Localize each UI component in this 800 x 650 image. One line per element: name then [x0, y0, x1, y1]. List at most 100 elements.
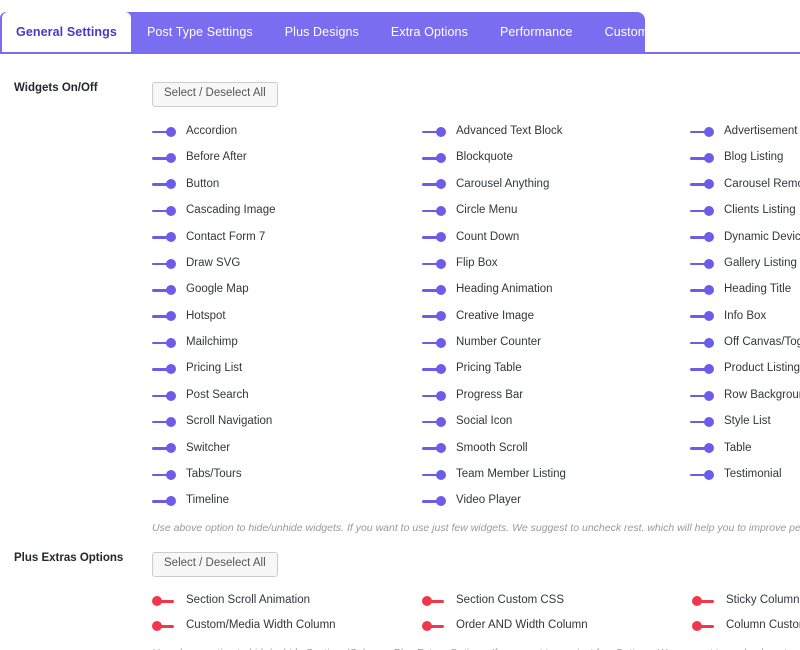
toggle-advanced-text-block[interactable] [422, 125, 446, 139]
toggle-item[interactable]: Custom/Media Width Column [152, 614, 422, 639]
toggle-scroll-navigation[interactable] [152, 415, 176, 429]
toggle-item[interactable]: Timeline [152, 488, 422, 514]
toggle-item[interactable]: Draw SVG [152, 250, 422, 276]
toggle-item[interactable]: Mailchimp [152, 330, 422, 356]
toggle-flip-box[interactable] [422, 257, 446, 271]
toggle-switcher[interactable] [152, 441, 176, 455]
toggle-item[interactable]: Style List [690, 409, 800, 435]
toggle-carousel-remote[interactable] [690, 177, 714, 191]
toggle-order-and-width-column[interactable] [422, 619, 446, 633]
toggle-number-counter[interactable] [422, 336, 446, 350]
tab-extra-options[interactable]: Extra Options [375, 12, 484, 52]
toggle-item[interactable]: Team Member Listing [422, 462, 690, 488]
toggle-item[interactable]: Table [690, 435, 800, 461]
toggle-item[interactable]: Carousel Anything [422, 171, 690, 197]
toggle-off-canvas-toggle[interactable] [690, 336, 714, 350]
tab-custom[interactable]: Custom [589, 12, 665, 52]
toggle-item[interactable]: Pricing List [152, 356, 422, 382]
toggle-smooth-scroll[interactable] [422, 441, 446, 455]
toggle-item[interactable]: Advanced Text Block [422, 119, 690, 145]
toggle-carousel-anything[interactable] [422, 177, 446, 191]
toggle-tabs-tours[interactable] [152, 468, 176, 482]
toggle-item[interactable]: Testimonial [690, 462, 800, 488]
toggle-circle-menu[interactable] [422, 204, 446, 218]
toggle-item[interactable]: Clients Listing [690, 198, 800, 224]
toggle-blog-listing[interactable] [690, 151, 714, 165]
toggle-custom-media-width-column[interactable] [152, 619, 176, 633]
toggle-team-member-listing[interactable] [422, 468, 446, 482]
toggle-mailchimp[interactable] [152, 336, 176, 350]
toggle-item[interactable]: Social Icon [422, 409, 690, 435]
toggle-item[interactable]: Gallery Listing [690, 250, 800, 276]
tab-post-type-settings[interactable]: Post Type Settings [131, 12, 269, 52]
toggle-item[interactable]: Creative Image [422, 303, 690, 329]
toggle-item[interactable]: Circle Menu [422, 198, 690, 224]
toggle-item[interactable]: Order AND Width Column [422, 614, 692, 639]
toggle-item[interactable]: Smooth Scroll [422, 435, 690, 461]
toggle-item[interactable]: Before After [152, 145, 422, 171]
toggle-item[interactable]: Number Counter [422, 330, 690, 356]
toggle-button[interactable] [152, 177, 176, 191]
toggle-item[interactable]: Product Listing [690, 356, 800, 382]
toggle-social-icon[interactable] [422, 415, 446, 429]
tab-activate-plugin[interactable]: Activate Plugin [664, 12, 780, 52]
toggle-item[interactable]: Button [152, 171, 422, 197]
toggle-count-down[interactable] [422, 230, 446, 244]
toggle-item[interactable]: Blockquote [422, 145, 690, 171]
toggle-clients-listing[interactable] [690, 204, 714, 218]
toggle-item[interactable]: Carousel Remote [690, 171, 800, 197]
toggle-item[interactable]: Column Custom CSS [692, 614, 800, 639]
toggle-item[interactable]: Progress Bar [422, 382, 690, 408]
toggle-item[interactable]: Off Canvas/Toggle [690, 330, 800, 356]
toggle-item[interactable]: Google Map [152, 277, 422, 303]
toggle-progress-bar[interactable] [422, 389, 446, 403]
toggle-accordion[interactable] [152, 125, 176, 139]
toggle-contact-form-7[interactable] [152, 230, 176, 244]
toggle-pricing-list[interactable] [152, 362, 176, 376]
toggle-product-listing[interactable] [690, 362, 714, 376]
toggle-item[interactable]: Video Player [422, 488, 690, 514]
toggle-hotspot[interactable] [152, 309, 176, 323]
toggle-item[interactable]: Section Custom CSS [422, 589, 692, 614]
widgets-select-deselect-all-button[interactable]: Select / Deselect All [152, 82, 278, 107]
toggle-pricing-table[interactable] [422, 362, 446, 376]
toggle-table[interactable] [690, 441, 714, 455]
extras-select-deselect-all-button[interactable]: Select / Deselect All [152, 552, 278, 577]
toggle-item[interactable]: Blog Listing [690, 145, 800, 171]
toggle-video-player[interactable] [422, 494, 446, 508]
toggle-post-search[interactable] [152, 389, 176, 403]
toggle-item[interactable]: Pricing Table [422, 356, 690, 382]
toggle-item[interactable]: Hotspot [152, 303, 422, 329]
toggle-section-custom-css[interactable] [422, 594, 446, 608]
toggle-blockquote[interactable] [422, 151, 446, 165]
toggle-style-list[interactable] [690, 415, 714, 429]
toggle-item[interactable]: Cascading Image [152, 198, 422, 224]
toggle-item[interactable]: Contact Form 7 [152, 224, 422, 250]
toggle-item[interactable]: Heading Animation [422, 277, 690, 303]
toggle-item[interactable]: Post Search [152, 382, 422, 408]
toggle-cascading-image[interactable] [152, 204, 176, 218]
toggle-item[interactable]: Advertisement Banner [690, 119, 800, 145]
toggle-draw-svg[interactable] [152, 257, 176, 271]
toggle-sticky-column[interactable] [692, 594, 716, 608]
toggle-dynamic-device[interactable] [690, 230, 714, 244]
toggle-heading-title[interactable] [690, 283, 714, 297]
toggle-item[interactable]: Row Background [690, 382, 800, 408]
toggle-info-box[interactable] [690, 309, 714, 323]
toggle-item[interactable]: Flip Box [422, 250, 690, 276]
toggle-item[interactable]: Heading Title [690, 277, 800, 303]
toggle-gallery-listing[interactable] [690, 257, 714, 271]
toggle-item[interactable]: Scroll Navigation [152, 409, 422, 435]
tab-performance[interactable]: Performance [484, 12, 589, 52]
toggle-item[interactable]: Switcher [152, 435, 422, 461]
tab-general-settings[interactable]: General Settings [2, 12, 131, 52]
toggle-item[interactable]: Accordion [152, 119, 422, 145]
tab-about[interactable]: About [780, 12, 800, 52]
tab-plus-designs[interactable]: Plus Designs [269, 12, 375, 52]
toggle-item[interactable]: Dynamic Device [690, 224, 800, 250]
toggle-before-after[interactable] [152, 151, 176, 165]
toggle-row-background[interactable] [690, 389, 714, 403]
toggle-item[interactable]: Info Box [690, 303, 800, 329]
toggle-item[interactable]: Section Scroll Animation [152, 589, 422, 614]
toggle-timeline[interactable] [152, 494, 176, 508]
